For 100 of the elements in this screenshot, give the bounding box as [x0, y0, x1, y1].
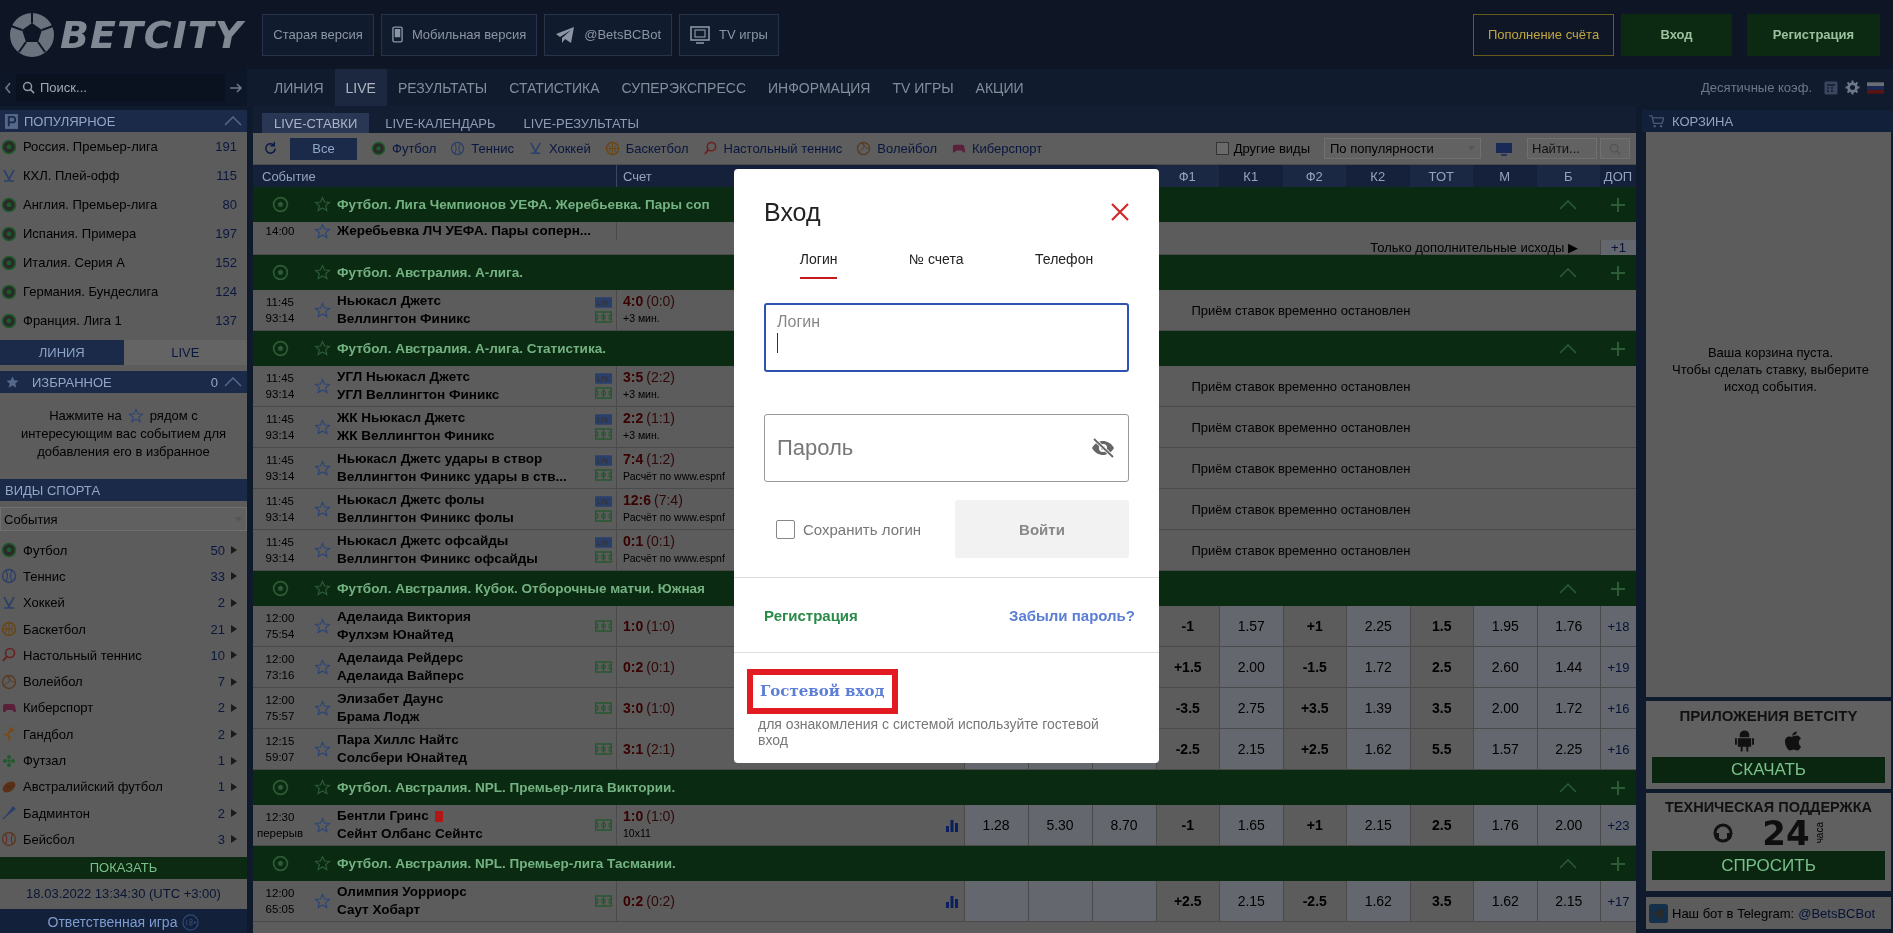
search-button[interactable] [1600, 138, 1630, 159]
odds-cell[interactable]: 2.60 [1473, 647, 1537, 687]
live-tab[interactable]: LIVE-РЕЗУЛЬТАТЫ [511, 113, 652, 133]
plus-icon[interactable] [1611, 856, 1625, 871]
sport-item[interactable]: Киберспорт 2 [0, 694, 247, 722]
telegram-link[interactable]: @BetsBCBot [1798, 905, 1875, 921]
login-method-tab[interactable]: Логин [799, 251, 838, 279]
odds-cell[interactable]: 1.62 [1346, 729, 1410, 769]
league-item[interactable]: Россия. Премьер-лига 191 [0, 132, 247, 161]
odds-cell[interactable]: 1.95 [1473, 606, 1537, 646]
nav-item[interactable]: СУПЕРЭКСПРЕСС [610, 69, 758, 106]
mode-tab[interactable]: ЛИНИЯ [0, 340, 124, 365]
star-icon[interactable] [313, 541, 331, 559]
star-icon[interactable] [313, 855, 331, 872]
plus-icon[interactable] [1611, 780, 1625, 795]
sport-item[interactable]: Теннис 33 [0, 563, 247, 590]
league-item[interactable]: Англия. Премьер-лига 80 [0, 190, 247, 219]
caret-up-icon[interactable] [224, 116, 242, 126]
star-icon[interactable] [313, 658, 331, 676]
odds-cell[interactable] [1091, 881, 1156, 921]
sport-item[interactable]: Хоккей 2 [0, 589, 247, 616]
caret-up-icon[interactable] [1559, 782, 1578, 793]
forgot-password-link[interactable]: Забыли пароль? [1009, 606, 1135, 624]
nav-item[interactable]: РЕЗУЛЬТАТЫ [386, 69, 499, 106]
odds-cell[interactable]: 2.15 [1346, 805, 1410, 845]
show-button[interactable]: ПОКАЗАТЬ [0, 856, 247, 879]
header-link[interactable]: TV игры [679, 13, 779, 56]
odds-cell[interactable]: 2.15 [1219, 729, 1283, 769]
odds-cell[interactable]: 2.15 [1219, 881, 1283, 921]
star-icon[interactable] [313, 779, 331, 796]
chevron-left-icon[interactable] [4, 81, 12, 94]
header-link[interactable]: @BetsBCBot [544, 13, 672, 56]
pitch-icon[interactable] [594, 510, 612, 522]
odds-cell[interactable]: 2.15 [1536, 881, 1600, 921]
odds-cell[interactable]: 2.25 [1346, 606, 1410, 646]
star-icon[interactable] [313, 699, 331, 717]
pitch-icon[interactable] [594, 661, 612, 673]
live-tab[interactable]: LIVE-СТАВКИ [262, 113, 370, 133]
league-item[interactable]: Германия. Бундеслига 124 [0, 277, 247, 306]
star-icon[interactable] [313, 418, 331, 436]
sport-filter[interactable]: Волейбол [856, 137, 937, 160]
nav-item[interactable]: АКЦИИ [964, 69, 1035, 106]
league-item[interactable]: КХЛ. Плей-офф 115 [0, 161, 247, 190]
sport-item[interactable]: Баскетбол 21 [0, 615, 247, 643]
pitch-icon[interactable] [594, 743, 612, 755]
odds-cell[interactable]: 1.72 [1536, 688, 1600, 728]
extra-markets-link[interactable]: Только дополнительные исходы ▶ [1370, 240, 1578, 255]
odds-cell[interactable]: 2.25 [1536, 729, 1600, 769]
sport-filter[interactable]: Футбол [371, 137, 437, 160]
ask-button[interactable]: СПРОСИТЬ [1652, 851, 1885, 880]
sport-item[interactable]: Футбол 50 [0, 537, 247, 564]
caret-up-icon[interactable] [224, 377, 242, 387]
nav-item[interactable]: ИНФОРМАЦИЯ [757, 69, 882, 106]
odds-cell[interactable]: 1.76 [1536, 606, 1600, 646]
plus-icon[interactable] [1611, 341, 1625, 356]
sport-item[interactable]: Гандбол 2 [0, 721, 247, 748]
odds-cell[interactable]: 1.65 [1219, 805, 1283, 845]
password-field[interactable]: Пароль [764, 414, 1129, 482]
star-icon[interactable] [313, 892, 331, 910]
nav-item[interactable]: LIVE [334, 69, 387, 106]
bar-chart-icon[interactable] [944, 818, 959, 832]
pitch-icon[interactable] [594, 428, 612, 440]
nav-item[interactable]: СТАТИСТИКА [498, 69, 611, 106]
odds-cell[interactable]: 2.00 [1536, 805, 1600, 845]
star-icon[interactable] [313, 340, 331, 357]
events-select[interactable]: События [0, 507, 247, 531]
odds-cell[interactable]: 1.72 [1346, 647, 1410, 687]
odds-format-selector[interactable]: Десятичные коэф. [1701, 80, 1812, 95]
settings-icon[interactable] [1845, 80, 1860, 95]
caret-up-icon[interactable] [1559, 267, 1578, 278]
league-item[interactable]: Италия. Серия A 152 [0, 248, 247, 277]
sport-filter[interactable]: Теннис [450, 137, 514, 160]
sort-select[interactable]: По популярности [1324, 138, 1481, 159]
deposit-button[interactable]: Пополнение счёта [1473, 13, 1614, 56]
arrow-right-icon[interactable] [229, 81, 243, 94]
pitch-icon[interactable] [594, 895, 612, 907]
header-link[interactable]: Мобильная версия [380, 13, 538, 56]
register-button[interactable]: Регистрация [1747, 13, 1880, 56]
odds-cell[interactable]: 1.62 [1346, 881, 1410, 921]
sport-item[interactable]: Настольный теннис 10 [0, 642, 247, 669]
live-stream-icon[interactable] [594, 373, 612, 384]
live-stream-icon[interactable] [594, 537, 612, 548]
pitch-icon[interactable] [594, 620, 612, 632]
caret-up-icon[interactable] [1559, 583, 1578, 594]
download-button[interactable]: СКАЧАТЬ [1652, 757, 1885, 783]
other-sports-checkbox[interactable]: Другие виды [1215, 141, 1310, 156]
search-field[interactable]: Поиск... [16, 74, 225, 101]
league-item[interactable]: Испания. Примера 197 [0, 219, 247, 248]
sport-item[interactable]: Австралийский футбол 1 [0, 773, 247, 800]
sport-filter[interactable]: Настольный теннис [702, 137, 843, 160]
pitch-icon[interactable] [594, 387, 612, 399]
star-icon[interactable] [313, 740, 331, 758]
odds-cell[interactable]: 8.70 [1091, 805, 1156, 845]
odds-cell[interactable]: 1.57 [1473, 729, 1537, 769]
pitch-icon[interactable] [594, 551, 612, 563]
refresh-icon[interactable] [263, 141, 278, 156]
login-field[interactable]: Логин [764, 303, 1129, 372]
close-button[interactable] [1111, 203, 1129, 221]
odds-cell[interactable]: 2.00 [1473, 688, 1537, 728]
odds-cell[interactable]: 1.28 [963, 805, 1028, 845]
